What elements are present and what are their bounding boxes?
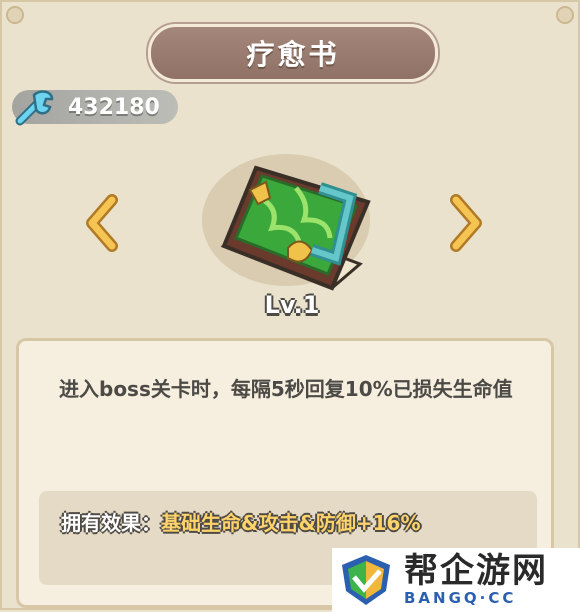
title-plate: 疗愈书 — [148, 24, 438, 82]
next-arrow-button[interactable] — [446, 194, 486, 252]
shield-logo-icon — [342, 555, 390, 605]
effect-value: 基础生命&攻击&防御+16% — [161, 511, 421, 535]
watermark: 帮企游网 BANGQ·CC — [332, 548, 580, 612]
wrench-icon — [15, 90, 54, 126]
currency-bar: 432180 — [12, 90, 178, 126]
effect-label: 拥有效果： — [61, 511, 161, 535]
watermark-title: 帮企游网 — [404, 551, 548, 591]
skill-description: 进入boss关卡时，每隔5秒回复10%已损失生命值 — [59, 377, 513, 401]
item-level: Lv.1 — [264, 291, 320, 319]
previous-arrow-button[interactable] — [82, 194, 122, 252]
frame-corner — [556, 6, 574, 24]
effect-row: 拥有效果：基础生命&攻击&防御+16% — [61, 507, 421, 536]
currency-amount: 432180 — [68, 94, 160, 120]
green-book-icon — [202, 154, 371, 291]
watermark-subtitle: BANGQ·CC — [404, 589, 517, 607]
frame-corner — [6, 6, 24, 24]
page-title: 疗愈书 — [246, 38, 340, 71]
popup-frame: 疗愈书 432180 Lv.1 进入boss关卡时，每隔5秒回复10%已损失生命… — [0, 0, 580, 612]
